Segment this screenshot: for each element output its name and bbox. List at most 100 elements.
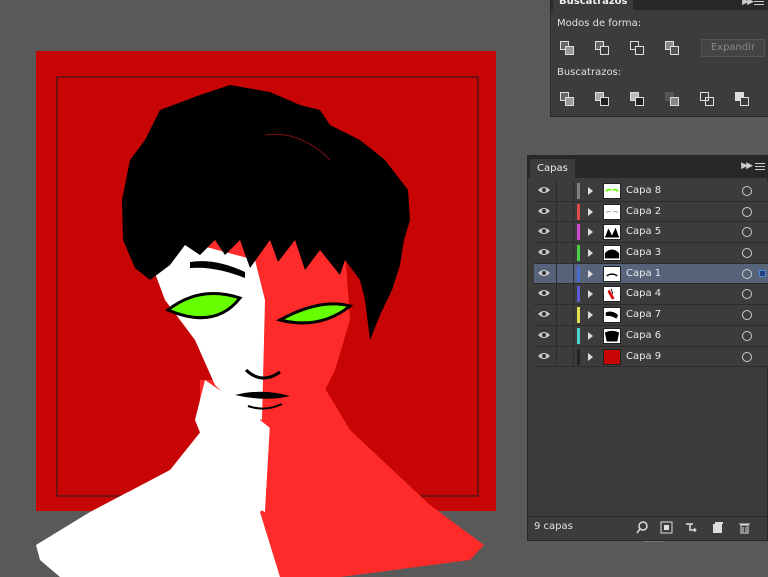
expand-arrow-icon[interactable] bbox=[588, 290, 593, 299]
target-circle-icon[interactable] bbox=[742, 248, 752, 259]
layer-color-swatch bbox=[577, 286, 580, 303]
exclude-icon[interactable] bbox=[664, 40, 680, 56]
layer-row[interactable]: Capa 1 bbox=[534, 263, 768, 285]
expand-arrow-icon[interactable] bbox=[588, 311, 593, 320]
locate-object-icon[interactable] bbox=[636, 521, 649, 534]
layer-color-swatch bbox=[577, 265, 580, 282]
lock-toggle[interactable] bbox=[556, 284, 574, 305]
layer-list: Capa 8 Capa 2 Capa 5 Capa 3 Capa 1 Capa … bbox=[534, 181, 768, 368]
minus-back-icon[interactable] bbox=[734, 91, 750, 107]
expand-arrow-icon[interactable] bbox=[588, 331, 593, 340]
layer-color-swatch bbox=[577, 245, 580, 262]
layers-tab[interactable]: Capas bbox=[530, 159, 575, 178]
layer-row[interactable]: Capa 6 bbox=[534, 325, 768, 347]
layer-name[interactable]: Capa 1 bbox=[626, 268, 661, 279]
expand-arrow-icon[interactable] bbox=[588, 269, 593, 278]
selection-indicator-icon[interactable] bbox=[759, 269, 766, 277]
divide-icon[interactable] bbox=[559, 91, 575, 107]
layer-color-swatch bbox=[577, 224, 580, 241]
layer-color-swatch bbox=[577, 307, 580, 324]
layer-name[interactable]: Capa 9 bbox=[626, 351, 661, 362]
delete-icon[interactable] bbox=[738, 521, 751, 534]
eye-icon[interactable] bbox=[538, 207, 550, 215]
layer-name[interactable]: Capa 7 bbox=[626, 309, 661, 320]
merge-icon[interactable] bbox=[629, 91, 645, 107]
target-circle-icon[interactable] bbox=[742, 310, 752, 321]
panel-menu-icon[interactable] bbox=[754, 0, 764, 7]
layer-name[interactable]: Capa 4 bbox=[626, 288, 661, 299]
lock-toggle[interactable] bbox=[556, 181, 574, 201]
layer-thumbnail bbox=[603, 224, 621, 241]
layer-name[interactable]: Capa 8 bbox=[626, 185, 661, 196]
layer-thumbnail bbox=[603, 265, 621, 282]
target-circle-icon[interactable] bbox=[742, 330, 752, 341]
resize-handle[interactable] bbox=[644, 541, 664, 544]
collapse-icon[interactable]: ▶▶ bbox=[741, 161, 753, 171]
lock-toggle[interactable] bbox=[556, 222, 574, 243]
eye-icon[interactable] bbox=[538, 248, 550, 256]
layer-thumbnail bbox=[603, 203, 621, 220]
expand-arrow-icon[interactable] bbox=[588, 187, 593, 195]
lock-toggle[interactable] bbox=[556, 325, 574, 346]
layer-thumbnail bbox=[603, 245, 621, 262]
eye-icon[interactable] bbox=[538, 186, 550, 194]
layer-color-swatch bbox=[577, 327, 580, 344]
new-layer-icon[interactable] bbox=[711, 521, 724, 534]
lock-toggle[interactable] bbox=[556, 243, 574, 263]
layer-name[interactable]: Capa 5 bbox=[626, 226, 661, 237]
layers-footer: 9 capas bbox=[528, 516, 767, 542]
collapse-icon[interactable]: ▶▶ bbox=[742, 0, 754, 7]
target-circle-icon[interactable] bbox=[742, 227, 752, 238]
layer-thumbnail bbox=[603, 327, 621, 344]
layer-name[interactable]: Capa 2 bbox=[626, 206, 661, 217]
layer-thumbnail bbox=[603, 307, 621, 324]
minus-front-icon[interactable] bbox=[594, 40, 610, 56]
layer-row[interactable]: Capa 9 bbox=[534, 346, 768, 368]
pathfinder-tab[interactable]: Buscatrazos bbox=[553, 0, 634, 10]
layer-count: 9 capas bbox=[534, 521, 573, 532]
eye-icon[interactable] bbox=[538, 331, 550, 339]
make-clipping-mask-icon[interactable] bbox=[660, 521, 673, 534]
target-circle-icon[interactable] bbox=[742, 289, 752, 300]
trim-icon[interactable] bbox=[594, 91, 610, 107]
layer-name[interactable]: Capa 3 bbox=[626, 247, 661, 258]
pathfinders-label: Buscatrazos: bbox=[557, 67, 622, 78]
layer-color-swatch bbox=[577, 203, 580, 220]
target-circle-icon[interactable] bbox=[742, 206, 752, 217]
lock-toggle[interactable] bbox=[556, 305, 574, 325]
layer-row[interactable]: Capa 4 bbox=[534, 284, 768, 306]
eye-icon[interactable] bbox=[538, 227, 550, 235]
unite-icon[interactable] bbox=[559, 40, 575, 56]
layer-row[interactable]: Capa 5 bbox=[534, 222, 768, 244]
eye-icon[interactable] bbox=[538, 310, 550, 318]
target-circle-icon[interactable] bbox=[742, 268, 752, 279]
lock-toggle[interactable] bbox=[556, 346, 574, 367]
layer-row[interactable]: Capa 3 bbox=[534, 243, 768, 264]
expand-arrow-icon[interactable] bbox=[588, 207, 593, 216]
crop-icon[interactable] bbox=[664, 91, 680, 107]
layer-row[interactable]: Capa 8 bbox=[534, 181, 768, 202]
expand-arrow-icon[interactable] bbox=[588, 249, 593, 258]
panel-menu-icon[interactable] bbox=[755, 163, 765, 172]
eye-icon[interactable] bbox=[538, 352, 550, 360]
layer-thumbnail bbox=[603, 286, 621, 303]
layer-row[interactable]: Capa 2 bbox=[534, 201, 768, 223]
lock-toggle[interactable] bbox=[556, 263, 574, 284]
expand-arrow-icon[interactable] bbox=[588, 352, 593, 361]
create-sublayer-icon[interactable] bbox=[685, 521, 698, 534]
layer-thumbnail bbox=[603, 348, 621, 365]
intersect-icon[interactable] bbox=[629, 40, 645, 56]
expand-button[interactable]: Expandir bbox=[701, 39, 765, 57]
layer-name[interactable]: Capa 6 bbox=[626, 330, 661, 341]
target-circle-icon[interactable] bbox=[742, 351, 752, 362]
outline-icon[interactable] bbox=[699, 91, 715, 107]
eye-icon[interactable] bbox=[538, 269, 550, 277]
shape-modes-label: Modos de forma: bbox=[557, 18, 642, 29]
expand-arrow-icon[interactable] bbox=[588, 228, 593, 237]
eye-icon[interactable] bbox=[538, 289, 550, 297]
target-circle-icon[interactable] bbox=[742, 186, 752, 196]
layer-color-swatch bbox=[577, 348, 580, 365]
layer-row[interactable]: Capa 7 bbox=[534, 305, 768, 326]
pathfinder-panel: Buscatrazos ▶▶ Modos de forma: Expandir … bbox=[550, 0, 768, 117]
lock-toggle[interactable] bbox=[556, 201, 574, 222]
